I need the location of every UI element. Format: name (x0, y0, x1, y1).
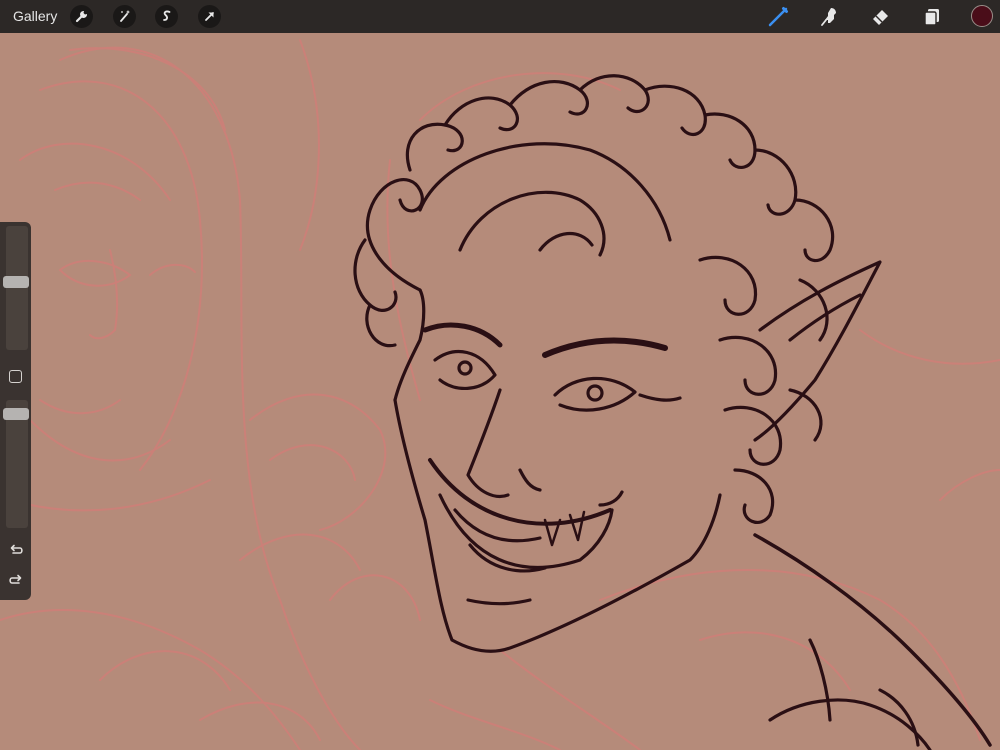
layers-icon (924, 9, 939, 26)
modify-button[interactable] (9, 370, 22, 383)
selection-button[interactable] (155, 5, 178, 28)
smudge-button[interactable] (817, 4, 842, 29)
undo-icon (10, 544, 23, 554)
brush-size-thumb[interactable] (3, 276, 29, 288)
opacity-slider[interactable] (3, 400, 29, 528)
opacity-thumb[interactable] (3, 408, 29, 420)
side-toolbar (0, 222, 31, 600)
gallery-button[interactable]: Gallery (13, 8, 57, 24)
sketch-artwork (0, 39, 1000, 750)
brush-button[interactable] (766, 4, 791, 29)
selection-icon (163, 10, 171, 21)
drawing-canvas[interactable] (0, 33, 1000, 750)
actions-button[interactable] (70, 5, 93, 28)
transform-button[interactable] (198, 5, 221, 28)
magic-wand-icon (120, 10, 130, 22)
redo-icon (9, 574, 22, 584)
redo-button[interactable] (7, 572, 25, 590)
undo-button[interactable] (7, 542, 25, 560)
brush-icon (768, 7, 788, 27)
transform-arrow-icon (205, 12, 214, 21)
color-swatch[interactable] (971, 5, 993, 27)
wrench-icon (75, 10, 88, 23)
adjustments-button[interactable] (113, 5, 136, 28)
top-toolbar: Gallery (0, 0, 1000, 33)
eraser-icon (873, 10, 888, 25)
brush-size-slider[interactable] (3, 226, 29, 350)
layers-button[interactable] (920, 4, 945, 29)
smudge-icon (821, 8, 836, 26)
eraser-button[interactable] (868, 4, 893, 29)
